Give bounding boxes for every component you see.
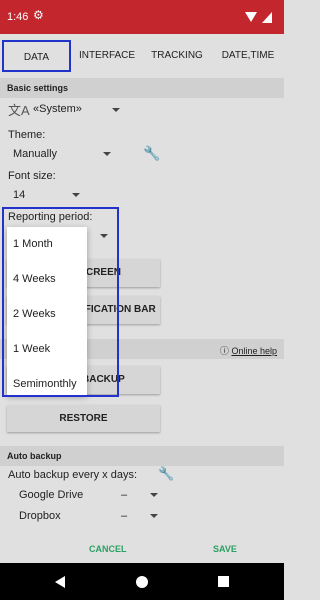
battery-icon bbox=[262, 12, 272, 23]
chevron-down-icon bbox=[72, 193, 80, 197]
restore-button[interactable]: RESTORE bbox=[7, 405, 160, 432]
google-drive-value: – bbox=[121, 489, 128, 501]
tab-tracking[interactable]: TRACKING bbox=[146, 40, 208, 72]
backup-button-label: BACKUP bbox=[82, 374, 125, 385]
tab-bar: DATA INTERFACE TRACKING DATE,TIME bbox=[0, 40, 284, 76]
chevron-down-icon bbox=[100, 234, 108, 238]
chevron-down-icon bbox=[103, 152, 111, 156]
menu-item-1-month[interactable]: 1 Month bbox=[7, 227, 87, 262]
menu-item-semimonthly[interactable]: Semimonthly bbox=[7, 367, 87, 402]
online-help-link[interactable]: ⓘ Online help bbox=[220, 344, 277, 357]
font-size-select[interactable]: 14 bbox=[13, 189, 25, 201]
back-icon[interactable] bbox=[55, 576, 65, 588]
google-drive-label: Google Drive bbox=[19, 489, 84, 501]
theme-value: Manually bbox=[13, 148, 58, 160]
auto-backup-label: Auto backup every x days: bbox=[8, 469, 138, 481]
dropbox-label: Dropbox bbox=[19, 510, 61, 522]
menu-item-2-weeks[interactable]: 2 Weeks bbox=[7, 297, 87, 332]
chevron-down-icon bbox=[150, 514, 158, 518]
tab-date-time[interactable]: DATE,TIME bbox=[216, 40, 280, 72]
font-size-value: 14 bbox=[13, 189, 26, 201]
reporting-period-label: Reporting period: bbox=[8, 211, 93, 223]
menu-item-1-week[interactable]: 1 Week bbox=[7, 332, 87, 367]
language-select[interactable]: «System» bbox=[33, 103, 82, 115]
wrench-icon[interactable]: 🔧 bbox=[158, 466, 174, 482]
status-bar: 1:46 ⚙ bbox=[0, 0, 284, 34]
recent-apps-icon[interactable] bbox=[218, 576, 229, 587]
notification-bar-button-label: IFICATION BAR bbox=[82, 304, 156, 315]
cancel-button[interactable]: CANCEL bbox=[89, 544, 127, 554]
reporting-period-menu: 1 Month 4 Weeks 2 Weeks 1 Week Semimonth… bbox=[7, 227, 87, 395]
tab-data[interactable]: DATA bbox=[2, 40, 71, 72]
theme-label: Theme: bbox=[8, 129, 46, 141]
auto-backup-header: Auto backup bbox=[0, 446, 284, 466]
chevron-down-icon bbox=[150, 493, 158, 497]
theme-select[interactable]: Manually bbox=[13, 148, 57, 160]
translate-icon: 文A bbox=[8, 103, 30, 118]
basic-settings-header: Basic settings bbox=[0, 78, 284, 98]
gear-icon: ⚙ bbox=[33, 8, 44, 22]
save-button[interactable]: SAVE bbox=[213, 544, 237, 554]
dropbox-select[interactable]: – bbox=[121, 510, 127, 522]
wrench-icon[interactable]: 🔧 bbox=[143, 145, 160, 162]
status-time: 1:46 bbox=[7, 11, 29, 23]
tab-interface[interactable]: INTERFACE bbox=[76, 40, 138, 72]
info-icon: ⓘ bbox=[219, 346, 229, 356]
screen-button-label: CREEN bbox=[85, 267, 121, 278]
home-icon[interactable] bbox=[136, 576, 148, 588]
online-help-label: Online help bbox=[231, 346, 277, 356]
language-value: «System» bbox=[33, 103, 82, 115]
wifi-icon bbox=[245, 12, 257, 22]
navigation-bar bbox=[0, 563, 284, 600]
font-size-label: Font size: bbox=[8, 170, 56, 182]
dropbox-value: – bbox=[121, 510, 128, 522]
google-drive-select[interactable]: – bbox=[121, 489, 127, 501]
chevron-down-icon bbox=[112, 108, 120, 112]
menu-item-4-weeks[interactable]: 4 Weeks bbox=[7, 262, 87, 297]
